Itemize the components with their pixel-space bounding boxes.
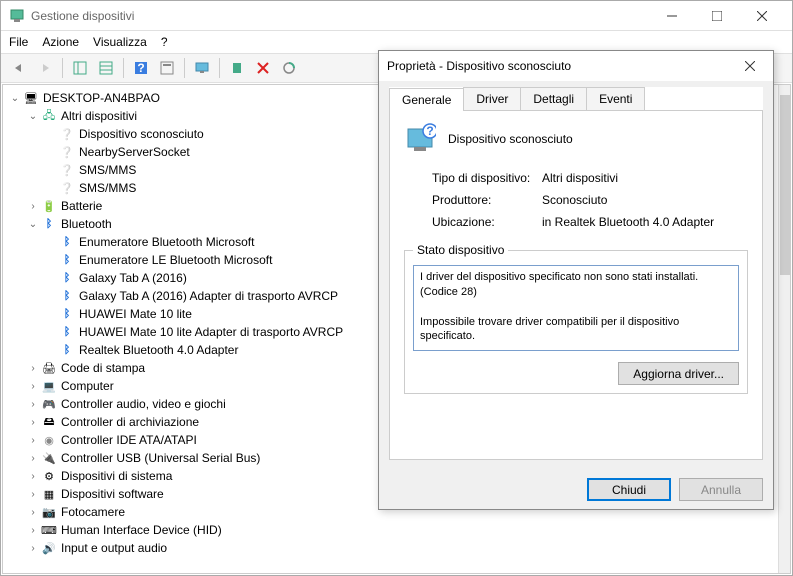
category-label: Bluetooth: [61, 217, 112, 231]
category-item[interactable]: ›Input e output audio: [27, 539, 778, 557]
system-icon: [41, 468, 57, 484]
svg-text:?: ?: [426, 124, 433, 138]
vendor-value: Sconosciuto: [542, 193, 748, 207]
dialog-title: Proprietà - Dispositivo sconosciuto: [387, 59, 735, 73]
device-icon: ?: [404, 123, 436, 155]
expand-icon[interactable]: ›: [27, 470, 39, 482]
tab-eventi[interactable]: Eventi: [586, 87, 645, 110]
list-button[interactable]: [94, 56, 118, 80]
unknown-device-icon: [59, 162, 75, 178]
print-queue-icon: [41, 360, 57, 376]
usb-icon: [41, 450, 57, 466]
sound-icon: [41, 540, 57, 556]
category-label: Altri dispositivi: [61, 109, 137, 123]
scrollbar-thumb[interactable]: [780, 95, 790, 275]
back-button[interactable]: [7, 56, 31, 80]
tab-strip: Generale Driver Dettagli Eventi: [389, 87, 763, 111]
vertical-scrollbar[interactable]: [778, 85, 790, 573]
unknown-device-icon: [59, 144, 75, 160]
storage-icon: [41, 414, 57, 430]
expand-icon[interactable]: ›: [27, 434, 39, 446]
tab-generale[interactable]: Generale: [389, 88, 464, 111]
properties-dialog: Proprietà - Dispositivo sconosciuto Gene…: [378, 50, 774, 510]
vendor-label: Produttore:: [432, 193, 542, 207]
dialog-close-button[interactable]: [735, 52, 765, 80]
props-button[interactable]: [155, 56, 179, 80]
root-label: DESKTOP-AN4BPAO: [43, 91, 160, 105]
collapse-icon[interactable]: ⌄: [9, 92, 21, 104]
bluetooth-icon: [59, 270, 75, 286]
expand-icon[interactable]: ›: [27, 416, 39, 428]
maximize-button[interactable]: [694, 1, 739, 31]
location-value: in Realtek Bluetooth 4.0 Adapter: [542, 215, 748, 229]
expand-icon[interactable]: ›: [27, 380, 39, 392]
cancel-dialog-button[interactable]: Annulla: [679, 478, 763, 501]
software-icon: [41, 486, 57, 502]
minimize-button[interactable]: [649, 1, 694, 31]
device-status-text[interactable]: [413, 265, 739, 351]
help-button[interactable]: ?: [129, 56, 153, 80]
battery-icon: [41, 198, 57, 214]
category-item[interactable]: ›Human Interface Device (HID): [27, 521, 778, 539]
bluetooth-icon: [41, 216, 57, 232]
other-devices-icon: [41, 108, 57, 124]
collapse-icon[interactable]: ⌄: [27, 218, 39, 230]
bluetooth-icon: [59, 234, 75, 250]
view-button[interactable]: [68, 56, 92, 80]
expand-icon[interactable]: ›: [27, 362, 39, 374]
location-label: Ubicazione:: [432, 215, 542, 229]
device-name: Dispositivo sconosciuto: [448, 132, 573, 146]
collapse-icon[interactable]: ⌄: [27, 110, 39, 122]
bluetooth-icon: [59, 306, 75, 322]
app-icon: [9, 8, 25, 24]
dialog-titlebar: Proprietà - Dispositivo sconosciuto: [379, 51, 773, 81]
ide-icon: [41, 432, 57, 448]
expand-icon[interactable]: ›: [27, 452, 39, 464]
camera-icon: [41, 504, 57, 520]
expand-icon[interactable]: ›: [27, 542, 39, 554]
window-title: Gestione dispositivi: [31, 9, 649, 23]
dialog-footer: Chiudi Annulla: [379, 470, 773, 509]
hid-icon: [41, 522, 57, 538]
svg-text:?: ?: [137, 61, 144, 75]
expand-icon[interactable]: ›: [27, 200, 39, 212]
scan-button[interactable]: [277, 56, 301, 80]
bluetooth-icon: [59, 342, 75, 358]
titlebar: Gestione dispositivi: [1, 1, 792, 31]
menu-visualizza[interactable]: Visualizza: [93, 35, 147, 49]
menu-azione[interactable]: Azione: [42, 35, 79, 49]
type-label: Tipo di dispositivo:: [432, 171, 542, 185]
unknown-device-icon: [59, 126, 75, 142]
uninstall-button[interactable]: [251, 56, 275, 80]
menu-file[interactable]: File: [9, 35, 28, 49]
status-legend: Stato dispositivo: [413, 243, 508, 257]
tab-driver[interactable]: Driver: [463, 87, 521, 110]
tab-dettagli[interactable]: Dettagli: [520, 87, 587, 110]
bluetooth-icon: [59, 252, 75, 268]
bluetooth-icon: [59, 288, 75, 304]
type-value: Altri dispositivi: [542, 171, 748, 185]
update-driver-button[interactable]: Aggiorna driver...: [618, 362, 739, 385]
expand-icon[interactable]: ›: [27, 398, 39, 410]
expand-icon[interactable]: ›: [27, 506, 39, 518]
forward-button[interactable]: [33, 56, 57, 80]
unknown-device-icon: [59, 180, 75, 196]
monitor-button[interactable]: [190, 56, 214, 80]
computer-icon: [23, 90, 39, 106]
close-dialog-button[interactable]: Chiudi: [587, 478, 671, 501]
menu-help[interactable]: ?: [161, 35, 168, 49]
expand-icon[interactable]: ›: [27, 524, 39, 536]
device-status-group: Stato dispositivo Aggiorna driver...: [404, 243, 748, 394]
bluetooth-icon: [59, 324, 75, 340]
close-button[interactable]: [739, 1, 784, 31]
expand-icon[interactable]: ›: [27, 488, 39, 500]
enable-button[interactable]: [225, 56, 249, 80]
tab-panel-generale: ? Dispositivo sconosciuto Tipo di dispos…: [389, 111, 763, 460]
computer-icon: [41, 378, 57, 394]
audio-icon: [41, 396, 57, 412]
